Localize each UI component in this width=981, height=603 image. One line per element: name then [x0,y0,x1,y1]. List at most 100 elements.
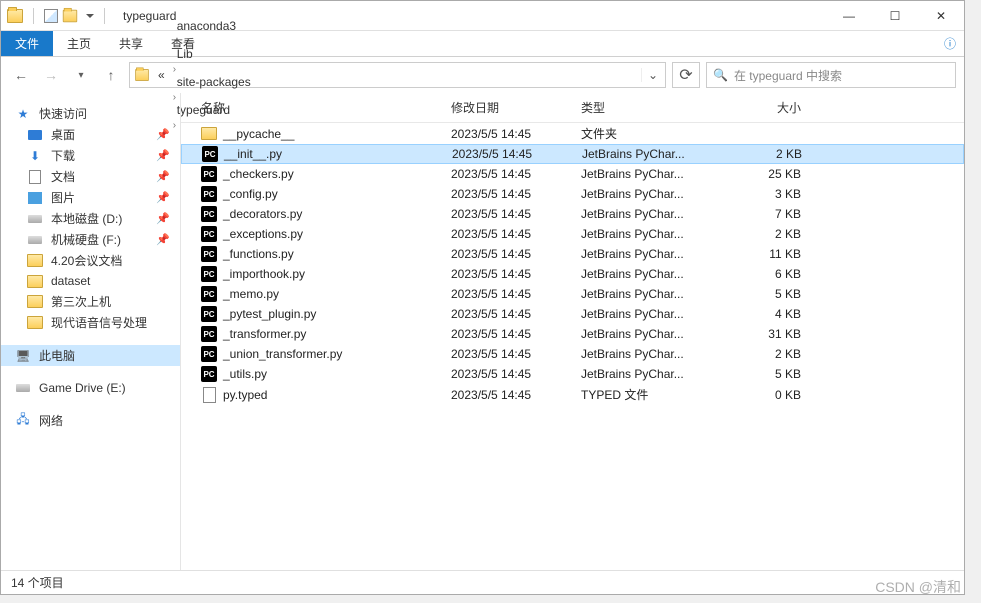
back-button[interactable]: ← [9,63,33,87]
separator [33,8,34,24]
sidebar-quick-access[interactable]: ★快速访问 [1,103,180,124]
address-bar[interactable]: « anaconda3›Lib›site-packages›typeguard›… [129,62,666,88]
file-row[interactable]: __pycache__2023/5/5 14:45文件夹 [181,123,964,144]
file-row[interactable]: PC_config.py2023/5/5 14:45JetBrains PyCh… [181,184,964,204]
breadcrumb-item[interactable]: anaconda3 [173,19,255,33]
ribbon: 文件 主页 共享 查看 ⓘ [1,31,964,57]
qat-dropdown-icon[interactable] [86,14,94,18]
file-type: JetBrains PyChar... [581,367,731,381]
pycharm-file-icon: PC [201,326,217,342]
file-size: 3 KB [731,187,811,201]
file-type: JetBrains PyChar... [581,187,731,201]
document-icon [29,170,41,184]
file-name: _config.py [223,187,278,201]
file-size: 31 KB [731,327,811,341]
minimize-button[interactable]: — [826,1,872,31]
file-size: 4 KB [731,307,811,321]
pin-icon: 📌 [156,212,170,225]
pin-icon: 📌 [156,149,170,162]
folder-icon [27,316,43,329]
file-row[interactable]: py.typed2023/5/5 14:45TYPED 文件0 KB [181,384,964,405]
qat-newfolder-icon[interactable] [63,9,77,22]
file-size: 2 KB [732,147,812,161]
search-input[interactable]: 🔍 在 typeguard 中搜索 [706,62,956,88]
file-size: 11 KB [731,247,811,261]
breadcrumb-prefix[interactable]: « [154,68,169,82]
file-name: _pytest_plugin.py [223,307,316,321]
sidebar-folder2[interactable]: dataset [1,271,180,291]
file-row[interactable]: PC_decorators.py2023/5/5 14:45JetBrains … [181,204,964,224]
chevron-right-icon[interactable]: › [173,64,176,75]
file-row[interactable]: PC_memo.py2023/5/5 14:45JetBrains PyChar… [181,284,964,304]
chevron-right-icon[interactable]: › [173,36,176,47]
file-type: JetBrains PyChar... [581,207,731,221]
tab-file[interactable]: 文件 [1,31,53,56]
col-date-header[interactable]: 修改日期 [451,99,581,116]
address-toolbar: ← → ▾ ↑ « anaconda3›Lib›site-packages›ty… [1,57,964,93]
sidebar-this-pc[interactable]: 🖥此电脑 [1,345,180,366]
file-type: JetBrains PyChar... [581,267,731,281]
file-size: 7 KB [731,207,811,221]
maximize-button[interactable]: ☐ [872,1,918,31]
separator [104,8,105,24]
download-icon: ⬇ [27,148,43,164]
breadcrumb-item[interactable]: Lib [173,47,255,61]
search-icon: 🔍 [713,68,728,82]
file-type: JetBrains PyChar... [582,147,732,161]
file-name: __pycache__ [223,127,294,141]
file-type: 文件夹 [581,125,731,142]
close-button[interactable]: ✕ [918,1,964,31]
pycharm-file-icon: PC [201,206,217,222]
file-row[interactable]: PC_importhook.py2023/5/5 14:45JetBrains … [181,264,964,284]
sidebar-pictures[interactable]: 图片📌 [1,187,180,208]
col-type-header[interactable]: 类型 [581,99,731,116]
recent-dropdown[interactable]: ▾ [69,63,93,87]
sidebar-drive-d[interactable]: 本地磁盘 (D:)📌 [1,208,180,229]
folder-icon [27,295,43,308]
file-date: 2023/5/5 14:45 [451,167,581,181]
explorer-window: typeguard — ☐ ✕ 文件 主页 共享 查看 ⓘ ← → ▾ ↑ « … [0,0,965,595]
refresh-button[interactable]: ⟳ [672,62,700,88]
forward-button[interactable]: → [39,63,63,87]
file-type: JetBrains PyChar... [581,227,731,241]
sidebar-folder4[interactable]: 现代语音信号处理 [1,312,180,333]
qat-properties-icon[interactable] [44,9,58,23]
file-row[interactable]: PC_pytest_plugin.py2023/5/5 14:45JetBrai… [181,304,964,324]
sidebar-game-drive[interactable]: Game Drive (E:) [1,378,180,398]
file-date: 2023/5/5 14:45 [451,327,581,341]
tab-share[interactable]: 共享 [105,31,157,56]
sidebar-drive-f[interactable]: 机械硬盘 (F:)📌 [1,229,180,250]
sidebar-documents[interactable]: 文档📌 [1,166,180,187]
status-bar: 14 个项目 [1,570,964,594]
file-row[interactable]: PC_functions.py2023/5/5 14:45JetBrains P… [181,244,964,264]
file-name: _exceptions.py [223,227,303,241]
file-row[interactable]: PC_union_transformer.py2023/5/5 14:45Jet… [181,344,964,364]
sidebar-desktop[interactable]: 桌面📌 [1,124,180,145]
file-name: __init__.py [224,147,282,161]
breadcrumb-item[interactable]: site-packages [173,75,255,89]
pin-icon: 📌 [156,170,170,183]
ribbon-help-icon[interactable]: ⓘ [936,31,964,56]
file-row[interactable]: PC_exceptions.py2023/5/5 14:45JetBrains … [181,224,964,244]
pycharm-file-icon: PC [201,266,217,282]
col-size-header[interactable]: 大小 [731,99,811,116]
file-row[interactable]: PC__init__.py2023/5/5 14:45JetBrains PyC… [181,144,964,164]
file-size: 2 KB [731,227,811,241]
file-date: 2023/5/5 14:45 [451,267,581,281]
file-row[interactable]: PC_checkers.py2023/5/5 14:45JetBrains Py… [181,164,964,184]
file-row[interactable]: PC_transformer.py2023/5/5 14:45JetBrains… [181,324,964,344]
sidebar-network[interactable]: 🖧网络 [1,410,180,431]
file-name: _union_transformer.py [223,347,342,361]
item-count: 14 个项目 [11,574,64,591]
sidebar-folder1[interactable]: 4.20会议文档 [1,250,180,271]
pycharm-file-icon: PC [201,186,217,202]
pycharm-file-icon: PC [201,246,217,262]
pycharm-file-icon: PC [201,226,217,242]
up-button[interactable]: ↑ [99,63,123,87]
sidebar-downloads[interactable]: ⬇下载📌 [1,145,180,166]
address-dropdown-icon[interactable]: ⌄ [641,68,661,82]
sidebar-folder3[interactable]: 第三次上机 [1,291,180,312]
file-row[interactable]: PC_utils.py2023/5/5 14:45JetBrains PyCha… [181,364,964,384]
col-name-header[interactable]: 名称 [181,99,451,116]
tab-home[interactable]: 主页 [53,31,105,56]
